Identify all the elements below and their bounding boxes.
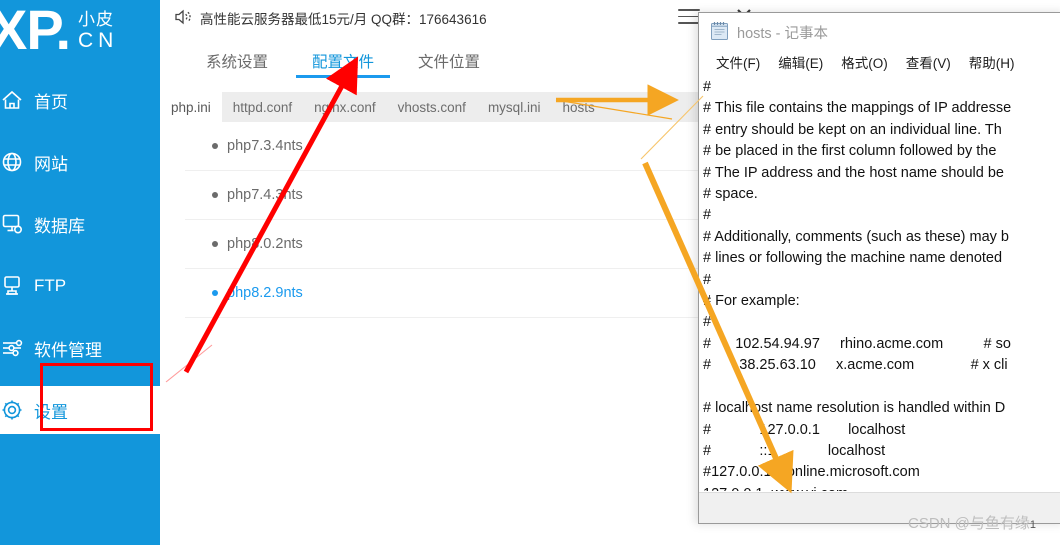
menu-format[interactable]: 格式(O) bbox=[832, 52, 897, 72]
config-file-sub-tab-bar: php.ini httpd.conf nginx.conf vhosts.con… bbox=[160, 92, 710, 122]
sub-tab-mysql-ini[interactable]: mysql.ini bbox=[477, 92, 552, 122]
sidebar-item-software[interactable]: 软件管理 bbox=[0, 324, 160, 372]
notepad-statusbar bbox=[699, 492, 1060, 523]
php-version-label: php7.4.3nts bbox=[227, 187, 303, 203]
app-logo: XP. 小皮 CN bbox=[0, 0, 160, 72]
php-version-list: php7.3.4nts php7.4.3nts php8.0.2nts php8… bbox=[160, 122, 710, 545]
notepad-titlebar[interactable]: hosts - 记事本 bbox=[699, 13, 1060, 49]
tab-label: 系统设置 bbox=[206, 54, 269, 71]
bullet-icon bbox=[212, 143, 218, 149]
sidebar-item-ftp[interactable]: FTP bbox=[0, 262, 160, 310]
ftp-icon bbox=[0, 262, 34, 310]
php-version-label: php7.3.4nts bbox=[227, 138, 303, 154]
logo-xp-text: XP. bbox=[0, 0, 71, 61]
menu-help[interactable]: 帮助(H) bbox=[960, 52, 1024, 72]
sub-tab-vhosts-conf[interactable]: vhosts.conf bbox=[387, 92, 477, 122]
sidebar-item-settings[interactable]: 设置 bbox=[0, 386, 160, 434]
phpstudy-app-window: XP. 小皮 CN 首页 网站 数据库 FTP 软件管理 设置 高性能云服务器最… bbox=[0, 0, 710, 545]
sidebar-item-label: 首页 bbox=[34, 92, 68, 112]
announcement-text: 高性能云服务器最低15元/月 QQ群：176643616 bbox=[200, 12, 487, 27]
sidebar-item-label: 设置 bbox=[34, 402, 68, 422]
database-icon bbox=[0, 200, 34, 248]
sidebar-item-label: 网站 bbox=[34, 154, 68, 174]
sidebar-nav: 首页 网站 数据库 FTP 软件管理 设置 bbox=[0, 76, 160, 448]
tab-config-files[interactable]: 配置文件 bbox=[290, 34, 396, 88]
notepad-icon bbox=[710, 21, 729, 41]
logo-cn-top-text: 小皮 bbox=[78, 10, 114, 29]
sidebar: XP. 小皮 CN 首页 网站 数据库 FTP 软件管理 设置 bbox=[0, 0, 160, 545]
sub-tab-label: httpd.conf bbox=[232, 99, 293, 115]
sub-tab-label: nginx.conf bbox=[314, 99, 376, 115]
list-item[interactable]: php7.4.3nts bbox=[185, 171, 710, 220]
list-item[interactable]: php7.3.4nts bbox=[185, 122, 710, 171]
menu-edit[interactable]: 编辑(E) bbox=[769, 52, 832, 72]
php-version-label: php8.0.2nts bbox=[227, 236, 303, 252]
tab-file-locations[interactable]: 文件位置 bbox=[396, 34, 502, 88]
announcement-bar: 高性能云服务器最低15元/月 QQ群：176643616 bbox=[160, 0, 710, 35]
notepad-window: hosts - 记事本 文件(F) 编辑(E) 格式(O) 查看(V) 帮助(H… bbox=[698, 12, 1060, 524]
sub-tab-label: php.ini bbox=[171, 99, 211, 115]
sub-tab-nginx-conf[interactable]: nginx.conf bbox=[303, 92, 387, 122]
php-version-label: php8.2.9nts bbox=[227, 285, 303, 301]
sidebar-item-label: 软件管理 bbox=[34, 340, 102, 360]
bullet-icon bbox=[212, 290, 218, 296]
globe-icon bbox=[0, 138, 34, 186]
menu-file[interactable]: 文件(F) bbox=[707, 52, 769, 72]
sub-tab-php-ini[interactable]: php.ini bbox=[160, 92, 222, 122]
sidebar-item-website[interactable]: 网站 bbox=[0, 138, 160, 186]
main-tab-bar: 系统设置 配置文件 文件位置 bbox=[160, 34, 710, 88]
list-item[interactable]: php8.2.9nts bbox=[185, 269, 710, 318]
home-icon bbox=[0, 76, 34, 124]
speaker-icon bbox=[173, 8, 193, 26]
tab-label: 配置文件 bbox=[312, 54, 375, 71]
notepad-title: hosts - 记事本 bbox=[737, 26, 829, 42]
notepad-menubar: 文件(F) 编辑(E) 格式(O) 查看(V) 帮助(H) bbox=[699, 49, 1060, 75]
sidebar-item-label: FTP bbox=[34, 276, 67, 295]
sidebar-item-home[interactable]: 首页 bbox=[0, 76, 160, 124]
tab-system-settings[interactable]: 系统设置 bbox=[184, 34, 290, 88]
sub-tab-label: hosts bbox=[562, 99, 595, 115]
sidebar-item-database[interactable]: 数据库 bbox=[0, 200, 160, 248]
sliders-icon bbox=[0, 324, 34, 372]
sub-tab-httpd-conf[interactable]: httpd.conf bbox=[222, 92, 303, 122]
bullet-icon bbox=[212, 241, 218, 247]
tab-label: 文件位置 bbox=[418, 54, 481, 71]
gear-icon bbox=[0, 386, 34, 434]
hamburger-menu-icon[interactable] bbox=[678, 9, 700, 25]
hosts-file-text-area[interactable]: # # This file contains the mappings of I… bbox=[699, 75, 1060, 491]
logo-cn-bottom-text: CN bbox=[78, 29, 119, 52]
menu-view[interactable]: 查看(V) bbox=[897, 52, 960, 72]
sub-tab-label: mysql.ini bbox=[487, 99, 541, 115]
sub-tab-label: vhosts.conf bbox=[397, 99, 466, 115]
logo-cn-block: 小皮 CN bbox=[78, 10, 118, 53]
list-item[interactable]: php8.0.2nts bbox=[185, 220, 710, 269]
sidebar-item-label: 数据库 bbox=[34, 216, 85, 236]
sub-tab-hosts[interactable]: hosts bbox=[551, 92, 605, 122]
bullet-icon bbox=[212, 192, 218, 198]
